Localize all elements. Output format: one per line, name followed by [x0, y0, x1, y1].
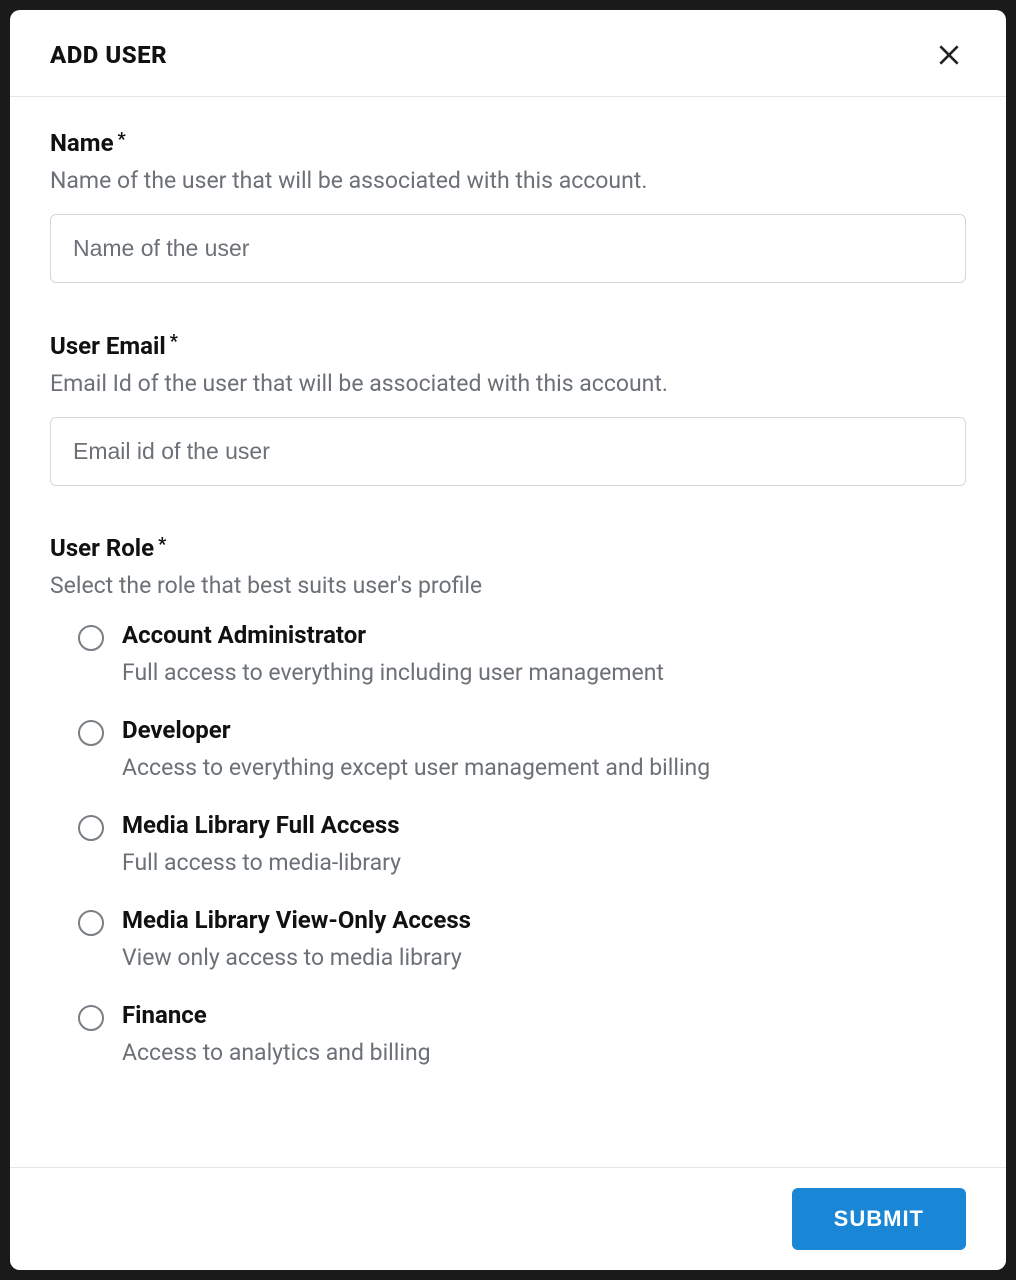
role-option-desc: View only access to media library [122, 944, 966, 971]
email-input[interactable] [50, 417, 966, 486]
name-input[interactable] [50, 214, 966, 283]
role-option-text: Developer Access to everything except us… [122, 716, 966, 781]
required-marker: * [118, 129, 126, 150]
email-field-group: User Email* Email Id of the user that wi… [50, 331, 966, 485]
role-option-desc: Access to analytics and billing [122, 1039, 966, 1066]
role-option-name: Finance [122, 1001, 966, 1029]
close-icon [936, 42, 962, 68]
role-option-name: Media Library View-Only Access [122, 906, 966, 934]
role-option-name: Developer [122, 716, 966, 744]
modal-header: ADD USER [10, 10, 1006, 97]
role-help-text: Select the role that best suits user's p… [50, 572, 966, 599]
role-option-developer[interactable]: Developer Access to everything except us… [78, 716, 966, 781]
role-option-desc: Full access to media-library [122, 849, 966, 876]
modal-title: ADD USER [50, 41, 167, 69]
email-help-text: Email Id of the user that will be associ… [50, 370, 966, 397]
name-label: Name [50, 129, 114, 157]
radio-icon[interactable] [78, 815, 104, 841]
role-option-media-library-view-only[interactable]: Media Library View-Only Access View only… [78, 906, 966, 971]
role-field-group: User Role* Select the role that best sui… [50, 534, 966, 1066]
name-field-group: Name* Name of the user that will be asso… [50, 129, 966, 283]
role-option-name: Media Library Full Access [122, 811, 966, 839]
role-option-desc: Access to everything except user managem… [122, 754, 966, 781]
radio-icon[interactable] [78, 720, 104, 746]
modal-backdrop: ADD USER Name* Name of the user that wil… [0, 0, 1016, 1280]
role-option-account-administrator[interactable]: Account Administrator Full access to eve… [78, 621, 966, 686]
role-option-text: Account Administrator Full access to eve… [122, 621, 966, 686]
role-option-text: Media Library Full Access Full access to… [122, 811, 966, 876]
role-option-media-library-full[interactable]: Media Library Full Access Full access to… [78, 811, 966, 876]
role-option-name: Account Administrator [122, 621, 966, 649]
email-label: User Email [50, 332, 166, 360]
name-help-text: Name of the user that will be associated… [50, 167, 966, 194]
modal-body[interactable]: Name* Name of the user that will be asso… [10, 97, 1006, 1167]
submit-button[interactable]: SUBMIT [792, 1188, 966, 1250]
close-button[interactable] [932, 38, 966, 72]
role-option-finance[interactable]: Finance Access to analytics and billing [78, 1001, 966, 1066]
required-marker: * [158, 534, 166, 555]
role-options-list: Account Administrator Full access to eve… [50, 621, 966, 1066]
role-option-text: Media Library View-Only Access View only… [122, 906, 966, 971]
radio-icon[interactable] [78, 1005, 104, 1031]
role-option-desc: Full access to everything including user… [122, 659, 966, 686]
role-option-text: Finance Access to analytics and billing [122, 1001, 966, 1066]
radio-icon[interactable] [78, 910, 104, 936]
role-label: User Role [50, 534, 154, 562]
add-user-modal: ADD USER Name* Name of the user that wil… [10, 10, 1006, 1270]
required-marker: * [170, 331, 178, 352]
radio-icon[interactable] [78, 625, 104, 651]
modal-footer: SUBMIT [10, 1167, 1006, 1270]
